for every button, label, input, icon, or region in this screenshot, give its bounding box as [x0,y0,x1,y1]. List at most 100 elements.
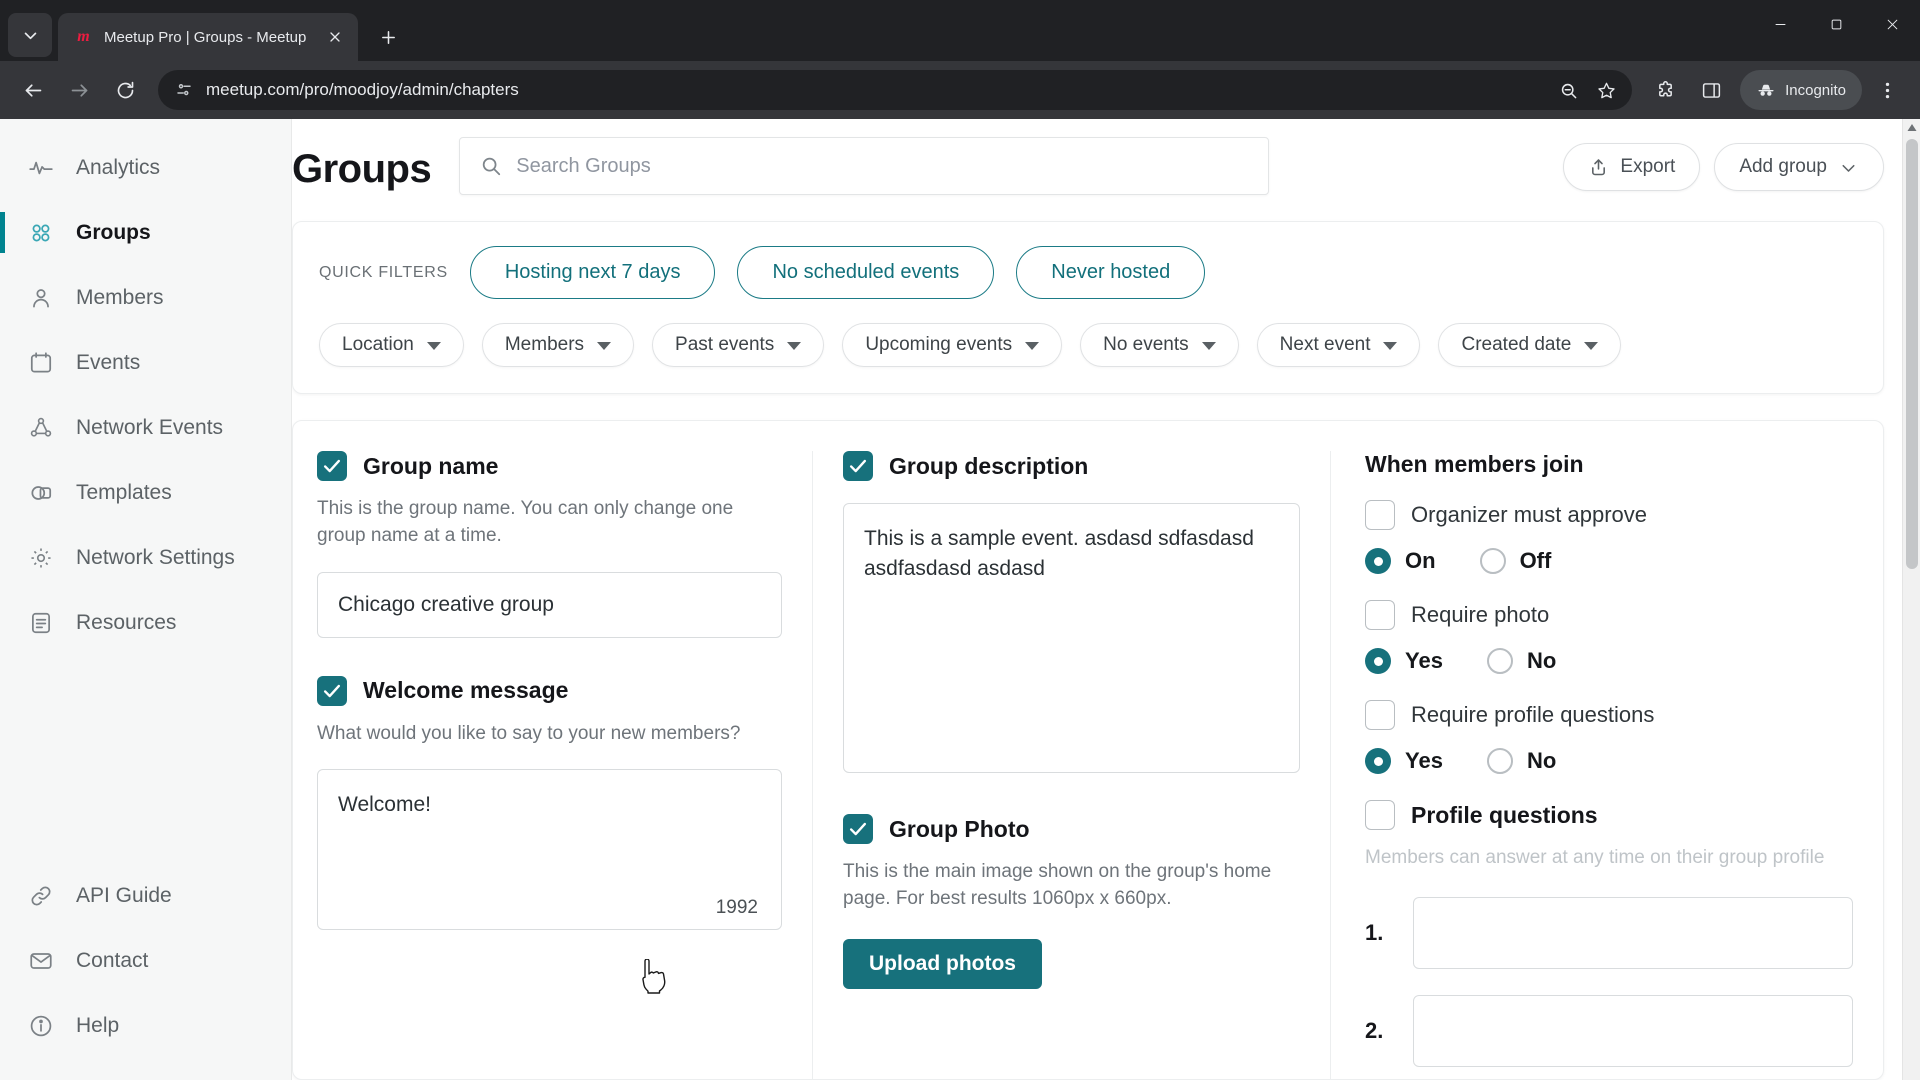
radio-on[interactable] [1365,548,1391,574]
sidebar-item-network-events[interactable]: Network Events [0,395,291,460]
sidebar-item-analytics[interactable]: Analytics [0,135,291,200]
filter-next-event[interactable]: Next event [1256,323,1421,367]
filter-upcoming-events[interactable]: Upcoming events [842,323,1063,367]
sidebar-item-help[interactable]: Help [0,993,291,1058]
sidebar-item-label: Templates [76,480,172,504]
profile-question-2-input[interactable] [1413,995,1853,1068]
export-button[interactable]: Export [1563,143,1701,191]
group-photo-title: Group Photo [889,815,1030,842]
search-input[interactable] [516,154,1249,178]
incognito-indicator[interactable]: Incognito [1740,70,1862,110]
quick-filter-no-scheduled-events[interactable]: No scheduled events [737,246,995,299]
export-label: Export [1620,156,1676,177]
zoom-out-icon[interactable] [1550,72,1586,108]
organizer-must-approve-checkbox[interactable] [1365,500,1395,530]
welcome-message-textarea[interactable] [317,769,782,931]
reload-button[interactable] [104,69,146,111]
sidebar-item-label: API Guide [76,883,172,907]
sidebar-item-network-settings[interactable]: Network Settings [0,525,291,590]
network-events-icon [28,415,54,441]
minimize-button[interactable] [1752,0,1808,48]
side-panel-icon[interactable] [1690,69,1732,111]
info-icon [28,1013,54,1039]
back-button[interactable] [12,69,54,111]
radio-yes[interactable] [1365,748,1391,774]
filter-location[interactable]: Location [319,323,464,367]
radio-no[interactable] [1486,748,1513,774]
radio-yes[interactable] [1365,648,1391,674]
chevron-down-icon [1842,164,1855,172]
sidebar-item-resources[interactable]: Resources [0,590,291,655]
quick-filters-label: QUICK FILTERS [319,263,448,281]
add-group-label: Add group [1739,156,1827,177]
tab-strip: m Meetup Pro | Groups - Meetup [0,0,1920,61]
column-group-details: Group name This is the group name. You c… [293,451,813,1079]
profile-question-row: 1. [1365,897,1853,970]
filter-members[interactable]: Members [481,323,635,367]
browser-menu-icon[interactable] [1866,69,1908,111]
chevron-down-icon [597,342,612,350]
question-number: 2. [1365,1018,1384,1044]
close-window-button[interactable] [1864,0,1920,48]
filter-label: Past events [675,334,775,355]
browser-tab[interactable]: m Meetup Pro | Groups - Meetup [58,13,358,61]
forward-button[interactable] [58,69,100,111]
close-tab-icon[interactable] [324,26,346,48]
group-name-description: This is the group name. You can only cha… [317,498,734,547]
group-name-input[interactable] [317,571,782,638]
group-description-header: Group description [843,451,1300,481]
group-name-checkbox[interactable] [317,451,347,481]
require-photo-checkbox[interactable] [1365,600,1395,630]
sidebar-item-groups[interactable]: Groups [0,200,291,265]
sidebar-item-contact[interactable]: Contact [0,928,291,993]
scroll-up-arrow-icon[interactable] [1903,119,1920,137]
require-profile-questions-radios: Yes No [1365,748,1853,774]
new-tab-button[interactable] [368,17,408,57]
filter-no-events[interactable]: No events [1080,323,1239,367]
radio-no[interactable] [1486,648,1513,674]
filter-created-date[interactable]: Created date [1438,323,1622,367]
maximize-button[interactable] [1808,0,1864,48]
address-bar[interactable]: meetup.com/pro/moodjoy/admin/chapters [158,70,1633,110]
search-groups-field[interactable] [459,137,1270,195]
profile-questions-checkbox[interactable] [1365,800,1395,830]
welcome-message-description: What would you like to say to your new m… [317,722,741,744]
sidebar-item-events[interactable]: Events [0,330,291,395]
filter-label: Members [504,334,585,355]
page-header: Groups Export Add group [292,119,1920,195]
when-members-join-title: When members join [1365,451,1584,477]
page-content: Analytics Groups Members Events Network … [0,119,1920,1080]
group-description-checkbox[interactable] [843,451,873,481]
profile-question-1-input[interactable] [1413,897,1853,970]
page-scrollbar[interactable] [1902,119,1920,1080]
extensions-icon[interactable] [1644,69,1686,111]
require-profile-questions-checkbox[interactable] [1365,700,1395,730]
page-title: Groups [292,147,432,191]
group-description-textarea[interactable] [843,503,1300,773]
filter-label: No events [1103,334,1189,355]
sidebar-item-label: Help [76,1013,120,1037]
organizer-must-approve-row: Organizer must approve [1365,500,1853,530]
sidebar-item-members[interactable]: Members [0,265,291,330]
quick-filter-never-hosted[interactable]: Never hosted [1016,246,1206,299]
bulk-edit-panel: Group name This is the group name. You c… [292,420,1884,1080]
quick-filter-hosting-next-7-days[interactable]: Hosting next 7 days [469,246,716,299]
upload-photos-button[interactable]: Upload photos [843,938,1042,989]
site-settings-icon[interactable] [174,80,194,100]
chevron-down-icon [787,342,802,350]
tab-search-button[interactable] [8,13,52,57]
group-photo-checkbox[interactable] [843,814,873,844]
filter-label: Upcoming events [865,334,1013,355]
add-group-button[interactable]: Add group [1714,143,1884,191]
sidebar-item-api-guide[interactable]: API Guide [0,863,291,928]
sidebar-item-templates[interactable]: Templates [0,460,291,525]
radio-yes-label: Yes [1405,748,1443,773]
radio-off[interactable] [1479,548,1506,574]
profile-question-row: 2. [1365,995,1853,1068]
filter-past-events[interactable]: Past events [652,323,825,367]
sidebar-nav: Analytics Groups Members Events Network … [0,119,292,1080]
welcome-message-checkbox[interactable] [317,675,347,706]
bookmark-star-icon[interactable] [1588,72,1624,108]
scrollbar-thumb[interactable] [1905,139,1918,569]
